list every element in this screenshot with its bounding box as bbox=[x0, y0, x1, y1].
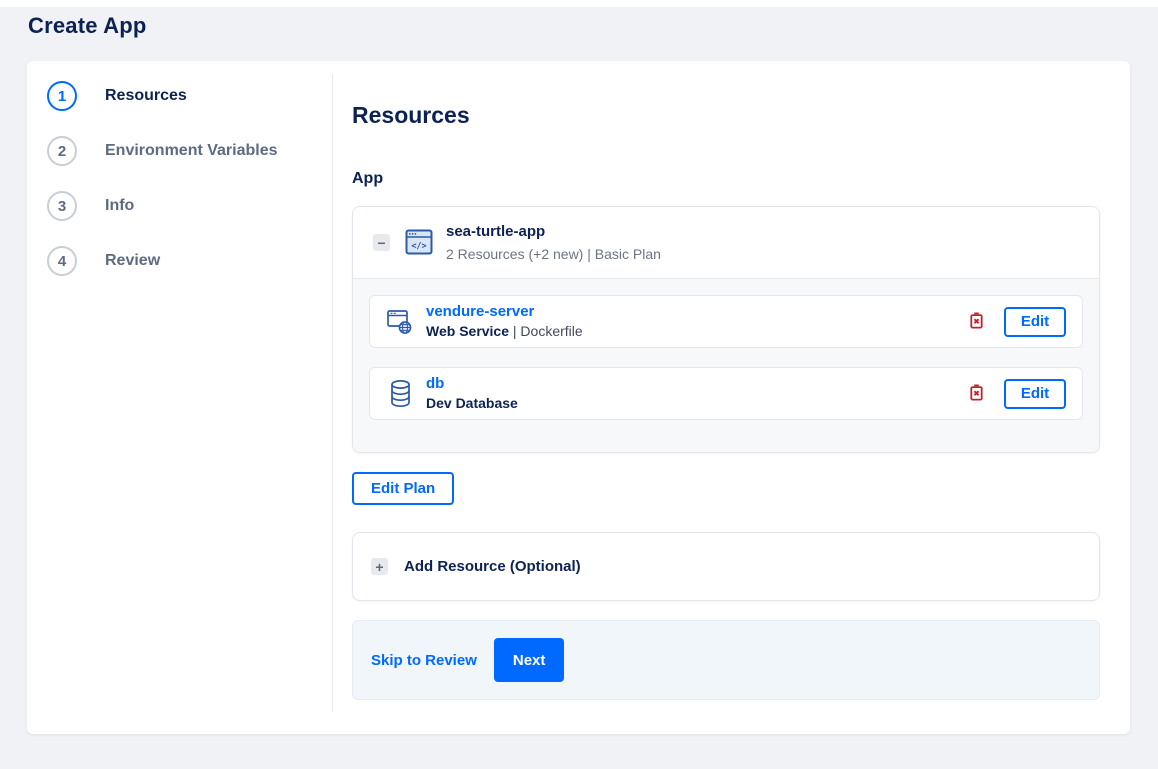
app-name: sea-turtle-app bbox=[446, 223, 546, 240]
step-number-badge: 2 bbox=[47, 136, 77, 166]
stepper-step-review[interactable]: 4 Review bbox=[47, 246, 332, 276]
web-service-icon bbox=[386, 308, 414, 335]
top-strip bbox=[0, 0, 1158, 7]
wizard-content: Resources App − </> sea-turtle-app 2 Res… bbox=[333, 61, 1130, 734]
resource-name-link[interactable]: vendure-server bbox=[426, 303, 534, 320]
edit-plan-button[interactable]: Edit Plan bbox=[352, 472, 455, 505]
resource-description: Web Service | Dockerfile bbox=[426, 323, 583, 339]
next-button[interactable]: Next bbox=[493, 638, 565, 682]
add-resource-label: Add Resource (Optional) bbox=[404, 558, 581, 575]
stepper-step-environment-variables[interactable]: 2 Environment Variables bbox=[47, 136, 332, 166]
resource-row: vendure-server Web Service | Dockerfile bbox=[369, 295, 1083, 348]
app-summary: 2 Resources (+2 new) | Basic Plan bbox=[446, 246, 661, 262]
step-label: Info bbox=[105, 197, 135, 214]
resource-name-link[interactable]: db bbox=[426, 375, 444, 392]
app-group-titles: sea-turtle-app 2 Resources (+2 new) | Ba… bbox=[446, 222, 661, 263]
resource-description: Dev Database bbox=[426, 395, 518, 411]
step-label: Review bbox=[105, 252, 161, 269]
app-group-header: − </> sea-turtle-app 2 Resources (+2 new… bbox=[353, 207, 1099, 278]
add-resource-button[interactable]: + Add Resource (Optional) bbox=[352, 532, 1100, 601]
step-number-badge: 1 bbox=[47, 81, 77, 111]
collapse-app-button[interactable]: − bbox=[373, 234, 390, 251]
create-app-wizard-card: 1 Resources 2 Environment Variables 3 In… bbox=[27, 61, 1130, 734]
app-window-code-icon: </> bbox=[405, 229, 433, 256]
step-number-badge: 4 bbox=[47, 246, 77, 276]
svg-text:</>: </> bbox=[411, 242, 426, 252]
edit-resource-button[interactable]: Edit bbox=[1004, 306, 1066, 337]
content-heading: Resources bbox=[352, 102, 470, 128]
trash-icon bbox=[969, 384, 984, 404]
step-label: Environment Variables bbox=[105, 142, 278, 159]
app-group-card: − </> sea-turtle-app 2 Resources (+2 new… bbox=[352, 206, 1100, 453]
step-number-badge: 3 bbox=[47, 191, 77, 221]
wizard-stepper: 1 Resources 2 Environment Variables 3 In… bbox=[27, 74, 333, 712]
page-title: Create App bbox=[28, 13, 147, 38]
edit-resource-button[interactable]: Edit bbox=[1004, 378, 1066, 409]
plus-icon: + bbox=[371, 558, 388, 575]
app-group-resource-list: vendure-server Web Service | Dockerfile bbox=[353, 278, 1099, 452]
app-section-label: App bbox=[352, 170, 384, 187]
delete-resource-button[interactable] bbox=[967, 382, 986, 406]
wizard-footer: Skip to Review Next bbox=[352, 620, 1100, 700]
resource-row: db Dev Database Edit bbox=[369, 367, 1083, 420]
stepper-step-info[interactable]: 3 Info bbox=[47, 191, 332, 221]
database-icon bbox=[386, 379, 414, 408]
stepper-step-resources[interactable]: 1 Resources bbox=[47, 81, 332, 111]
skip-to-review-link[interactable]: Skip to Review bbox=[371, 652, 477, 669]
step-label: Resources bbox=[105, 87, 187, 104]
delete-resource-button[interactable] bbox=[967, 310, 986, 334]
trash-icon bbox=[969, 312, 984, 332]
